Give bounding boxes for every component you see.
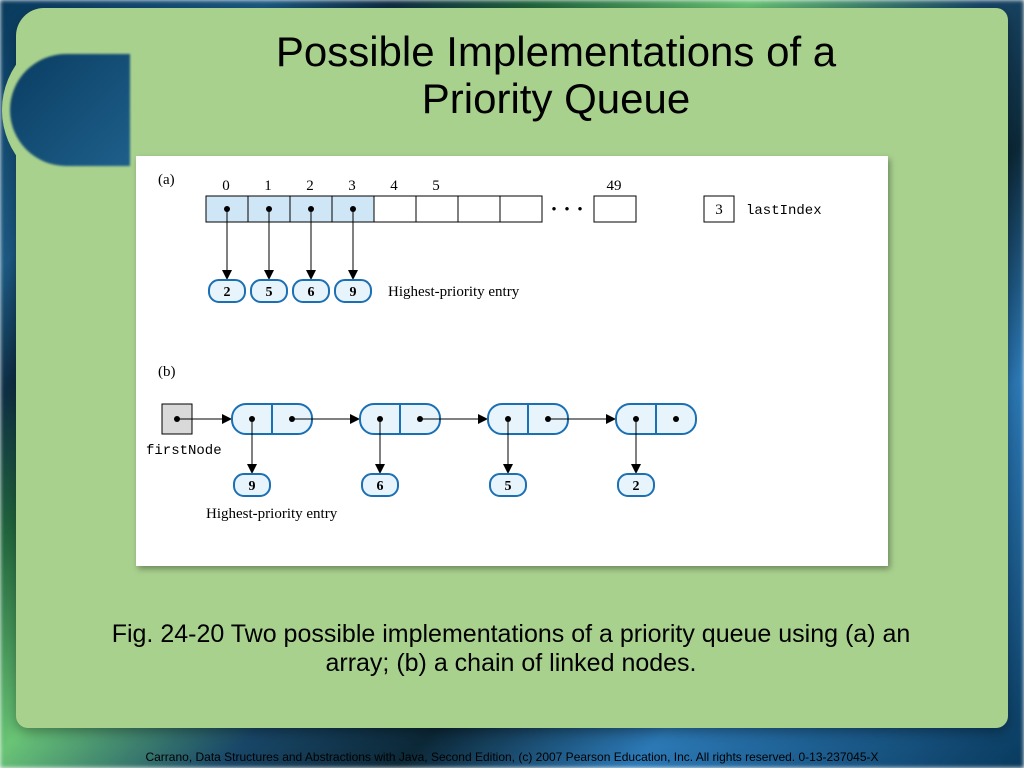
linked-nodes: 9 6 5 [232, 404, 696, 496]
slide-frame: Possible Implementations of a Priority Q… [16, 8, 1008, 728]
array-value-capsules: 2 5 6 9 [209, 280, 371, 302]
ellipsis-icon: • • • [551, 202, 584, 218]
svg-text:6: 6 [308, 285, 315, 300]
svg-text:5: 5 [266, 285, 273, 300]
figure-caption: Fig. 24-20 Two possible implementations … [96, 620, 926, 678]
svg-text:3: 3 [348, 178, 356, 194]
figure-panel: (a) 0 1 2 3 4 5 49 [136, 156, 888, 566]
part-b-label: (b) [158, 364, 176, 380]
part-a-highest-label: Highest-priority entry [388, 284, 520, 300]
part-b-highest-label: Highest-priority entry [206, 506, 338, 522]
svg-text:6: 6 [377, 479, 384, 494]
svg-text:9: 9 [249, 479, 256, 494]
part-a-label: (a) [158, 172, 175, 188]
firstnode-label: firstNode [146, 443, 222, 459]
lastindex-label: lastIndex [746, 203, 822, 219]
svg-text:2: 2 [224, 285, 231, 300]
svg-text:49: 49 [607, 178, 622, 194]
svg-text:5: 5 [505, 479, 512, 494]
title-line-2: Priority Queue [422, 75, 690, 122]
svg-text:4: 4 [390, 178, 398, 194]
copyright-line: Carrano, Data Structures and Abstraction… [0, 750, 1024, 764]
svg-text:1: 1 [264, 178, 272, 194]
figure-svg: (a) 0 1 2 3 4 5 49 [136, 156, 888, 566]
svg-text:5: 5 [432, 178, 440, 194]
slide-title: Possible Implementations of a Priority Q… [166, 28, 946, 122]
svg-text:9: 9 [350, 285, 357, 300]
title-line-1: Possible Implementations of a [276, 28, 836, 75]
lastindex-value: 3 [715, 202, 723, 218]
array-indices: 0 1 2 3 4 5 49 [222, 178, 621, 194]
frame-notch [10, 54, 130, 166]
svg-text:0: 0 [222, 178, 230, 194]
svg-text:2: 2 [306, 178, 314, 194]
svg-text:2: 2 [633, 479, 640, 494]
